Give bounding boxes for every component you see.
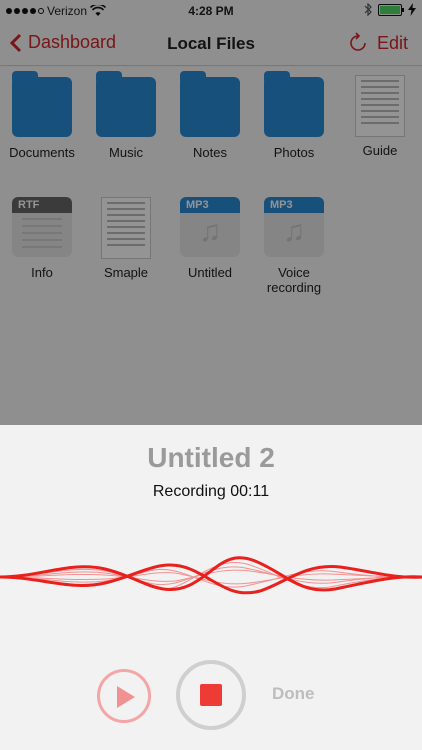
play-button[interactable] [97,669,151,723]
play-icon [117,686,135,708]
recording-title: Untitled 2 [147,442,275,473]
recorder-panel: Untitled 2 Recording 00:11 Done [0,425,422,750]
recording-status: Recording 00:11 [152,483,270,500]
dim-overlay[interactable] [0,0,422,425]
stop-icon [200,684,222,706]
stop-button[interactable] [176,660,246,730]
done-button[interactable]: Done [272,684,315,704]
waveform-visualizer [0,556,422,595]
